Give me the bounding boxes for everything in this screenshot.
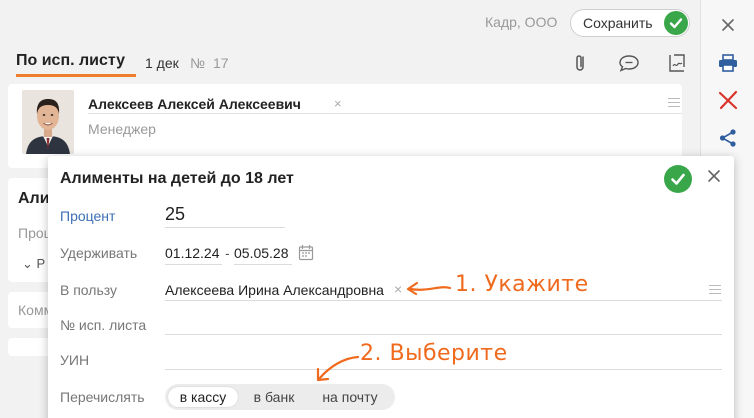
check-icon xyxy=(671,173,685,185)
check-icon xyxy=(664,11,688,35)
sign-document-icon[interactable] xyxy=(666,52,688,74)
close-icon[interactable] xyxy=(715,12,741,38)
dialog-title: Алименты на детей до 18 лет xyxy=(60,170,294,187)
percent-label: Процент xyxy=(60,208,116,224)
document-date[interactable]: 1 дек xyxy=(145,55,179,71)
dialog-confirm-button[interactable] xyxy=(664,165,692,193)
document-title-underline xyxy=(16,74,136,77)
transfer-option-cash[interactable]: в кассу xyxy=(168,387,238,407)
menu-icon[interactable] xyxy=(709,285,721,294)
share-icon[interactable] xyxy=(715,125,741,151)
remove-beneficiary-icon[interactable]: × xyxy=(394,281,402,297)
organization-name[interactable]: Кадр, ООО xyxy=(485,14,557,30)
withhold-to-underline xyxy=(234,264,292,265)
writ-number-underline xyxy=(165,334,722,335)
transfer-option-bank[interactable]: в банк xyxy=(242,387,306,407)
withhold-from-date[interactable]: 01.12.24 xyxy=(165,245,220,261)
writ-number-label: № исп. листа xyxy=(60,317,147,333)
employee-position: Менеджер xyxy=(88,121,156,137)
printer-icon[interactable] xyxy=(715,50,741,76)
document-number[interactable]: 17 xyxy=(213,55,229,71)
delete-icon[interactable] xyxy=(715,87,741,113)
transfer-option-post[interactable]: на почту xyxy=(310,387,390,407)
arrow-icon xyxy=(404,279,452,302)
paperclip-icon[interactable] xyxy=(570,52,592,74)
menu-icon[interactable] xyxy=(668,98,680,107)
uin-underline xyxy=(165,369,722,370)
beneficiary-label: В пользу xyxy=(60,282,118,298)
save-button[interactable]: Сохранить xyxy=(570,9,690,37)
alimony-dialog: Алименты на детей до 18 лет Процент 25 У… xyxy=(48,156,734,418)
arrow-icon xyxy=(312,352,362,389)
employee-name[interactable]: Алексеев Алексей Алексеевич xyxy=(88,96,301,112)
dialog-close-icon[interactable] xyxy=(706,168,722,184)
percent-input[interactable]: 25 xyxy=(165,204,185,225)
background-card-label: Проц xyxy=(18,225,52,241)
annotation-step-1: 1. Укажите xyxy=(455,272,589,297)
date-separator: - xyxy=(225,245,230,261)
background-card-title: Али xyxy=(18,190,50,207)
transfer-label: Перечислять xyxy=(60,389,145,405)
employee-name-underline xyxy=(88,113,682,114)
beneficiary-input[interactable]: Алексеева Ирина Александровна xyxy=(165,282,384,298)
percent-underline xyxy=(165,227,285,228)
employee-avatar[interactable] xyxy=(22,90,74,154)
background-card-dropdown[interactable]: ⌄ Р xyxy=(22,256,45,272)
annotation-step-2: 2. Выберите xyxy=(360,341,508,366)
calendar-icon[interactable] xyxy=(298,244,314,266)
withhold-label: Удерживать xyxy=(60,245,138,261)
document-title: По исп. листу xyxy=(16,52,126,69)
save-button-label: Сохранить xyxy=(583,15,653,31)
remove-employee-icon[interactable]: × xyxy=(334,96,342,111)
chat-icon[interactable] xyxy=(617,52,639,74)
uin-label: УИН xyxy=(60,352,90,368)
document-number-sign: № xyxy=(190,55,206,71)
withhold-from-underline xyxy=(165,264,222,265)
withhold-to-date[interactable]: 05.05.28 xyxy=(234,245,289,261)
